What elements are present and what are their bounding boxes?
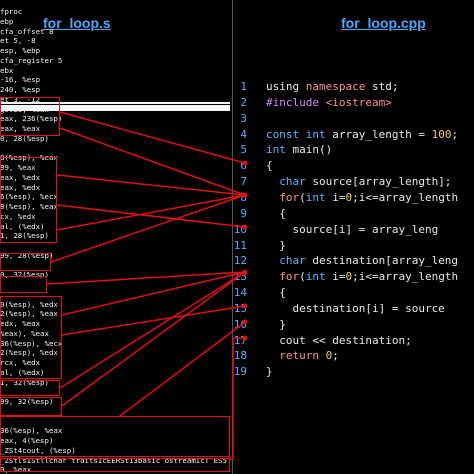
cpp-source-pane: for_loop.cpp 1 using namespace std; 2 #incl… bbox=[233, 0, 474, 474]
highlight-box-cout-call bbox=[0, 416, 230, 459]
code-line: return 0; bbox=[266, 349, 339, 362]
code-token: array_length = bbox=[332, 127, 432, 141]
code-line: { bbox=[266, 207, 286, 220]
code-line: #include <iostream> bbox=[266, 96, 392, 109]
code-token: int bbox=[305, 270, 333, 284]
code-token: ; bbox=[332, 349, 339, 363]
asm-line: et 5, -8 bbox=[0, 36, 36, 46]
code-token: { bbox=[266, 206, 286, 220]
highlight-box-loop1-cond bbox=[0, 253, 51, 271]
asm-line: 240, %esp bbox=[0, 85, 41, 94]
code-token: <iostream> bbox=[325, 95, 392, 109]
code-line: source[i] = array_leng bbox=[266, 223, 438, 236]
code-token: ( bbox=[299, 190, 306, 204]
code-token: i= bbox=[332, 190, 346, 204]
asm-line: fproc bbox=[0, 7, 23, 16]
code-line: { bbox=[266, 286, 286, 299]
line-number: 6 bbox=[240, 159, 247, 173]
code-line: using namespace std; bbox=[266, 80, 398, 93]
line-number: 12 bbox=[233, 254, 247, 268]
code-token: i= bbox=[332, 270, 346, 284]
code-token: ;i<=array_length bbox=[352, 190, 459, 204]
code-token: { bbox=[266, 159, 273, 173]
code-token: destination[array_leng bbox=[312, 254, 459, 268]
code-token: return bbox=[266, 349, 326, 363]
code-line: char source[array_length]; bbox=[266, 175, 451, 188]
code-token: ( bbox=[299, 270, 306, 284]
line-number: 17 bbox=[233, 333, 247, 347]
code-token: int bbox=[305, 127, 333, 141]
line-number: 8 bbox=[240, 190, 247, 204]
line-number: 7 bbox=[240, 175, 247, 189]
code-line: int main() bbox=[266, 143, 332, 156]
highlight-box-loop2-init bbox=[0, 276, 47, 293]
code-token: #include bbox=[266, 95, 326, 109]
code-token: source[i] = array_leng bbox=[266, 222, 439, 236]
asm-line: cfa_register 5 bbox=[0, 55, 63, 65]
highlight-box-loop2-cond bbox=[0, 397, 62, 416]
highlight-box-prologue bbox=[0, 97, 60, 136]
line-number: 15 bbox=[233, 301, 247, 315]
code-line: for(int i=0;i<=array_length bbox=[266, 270, 458, 283]
line-number: 10 bbox=[233, 222, 247, 236]
line-number: 19 bbox=[233, 365, 247, 379]
asm-line: ebp bbox=[0, 16, 14, 26]
highlight-box-loop2-body bbox=[0, 296, 62, 379]
line-number: 16 bbox=[233, 317, 247, 331]
asm-line: esp, %ebp bbox=[0, 46, 41, 55]
code-line: } bbox=[266, 365, 273, 378]
code-line: for(int i=0;i<=array_length bbox=[266, 191, 458, 204]
line-number: 4 bbox=[240, 127, 247, 141]
highlight-box-return bbox=[0, 456, 230, 472]
code-line: char destination[array_leng bbox=[266, 254, 458, 267]
code-token: } bbox=[266, 317, 286, 331]
code-token: using bbox=[266, 80, 306, 93]
code-token: 100 bbox=[431, 127, 452, 141]
code-token: int bbox=[305, 190, 333, 204]
line-number: 9 bbox=[240, 206, 247, 220]
line-number: 2 bbox=[240, 95, 247, 109]
code-token: } bbox=[266, 238, 286, 252]
asm-line: -16, %esp bbox=[0, 75, 41, 85]
code-line: } bbox=[266, 239, 286, 252]
code-token: const bbox=[266, 127, 306, 141]
code-token: char bbox=[266, 175, 313, 189]
code-line: destination[i] = source bbox=[266, 301, 445, 315]
code-token: { bbox=[266, 286, 286, 300]
code-line: } bbox=[266, 318, 286, 331]
code-token: cout << destination; bbox=[266, 333, 412, 347]
code-token: ;i<=array_length bbox=[352, 270, 459, 284]
code-line: cout << destination; bbox=[266, 333, 412, 347]
code-token: } bbox=[266, 365, 273, 379]
line-number: 3 bbox=[240, 111, 247, 125]
code-token: namespace bbox=[305, 80, 366, 93]
code-token: char bbox=[266, 254, 313, 268]
code-token: destination[i] = source bbox=[266, 301, 445, 315]
highlight-box-loop2-incr bbox=[0, 380, 60, 396]
line-number: 14 bbox=[233, 286, 247, 300]
code-token: std; bbox=[365, 80, 399, 93]
highlight-box-loop1-body bbox=[0, 157, 57, 243]
line-number: 13 bbox=[233, 270, 247, 284]
line-number: 1 bbox=[240, 80, 247, 93]
line-number: 11 bbox=[233, 238, 247, 252]
code-token: for bbox=[266, 190, 300, 204]
asm-line: cfa_offset 8 bbox=[0, 26, 54, 36]
code-token: source[array_length]; bbox=[312, 175, 452, 189]
code-token: ; bbox=[451, 127, 459, 141]
code-line: { bbox=[266, 159, 273, 172]
line-number: 5 bbox=[240, 143, 247, 157]
asm-line: ebx bbox=[0, 65, 14, 75]
cpp-file-title: for_loop.cpp bbox=[341, 15, 426, 31]
code-token: main() bbox=[292, 143, 333, 157]
code-line: const int array_length = 100; bbox=[266, 128, 458, 141]
code-token: int bbox=[266, 143, 293, 157]
code-token: for bbox=[266, 270, 300, 284]
line-number: 18 bbox=[233, 349, 247, 363]
